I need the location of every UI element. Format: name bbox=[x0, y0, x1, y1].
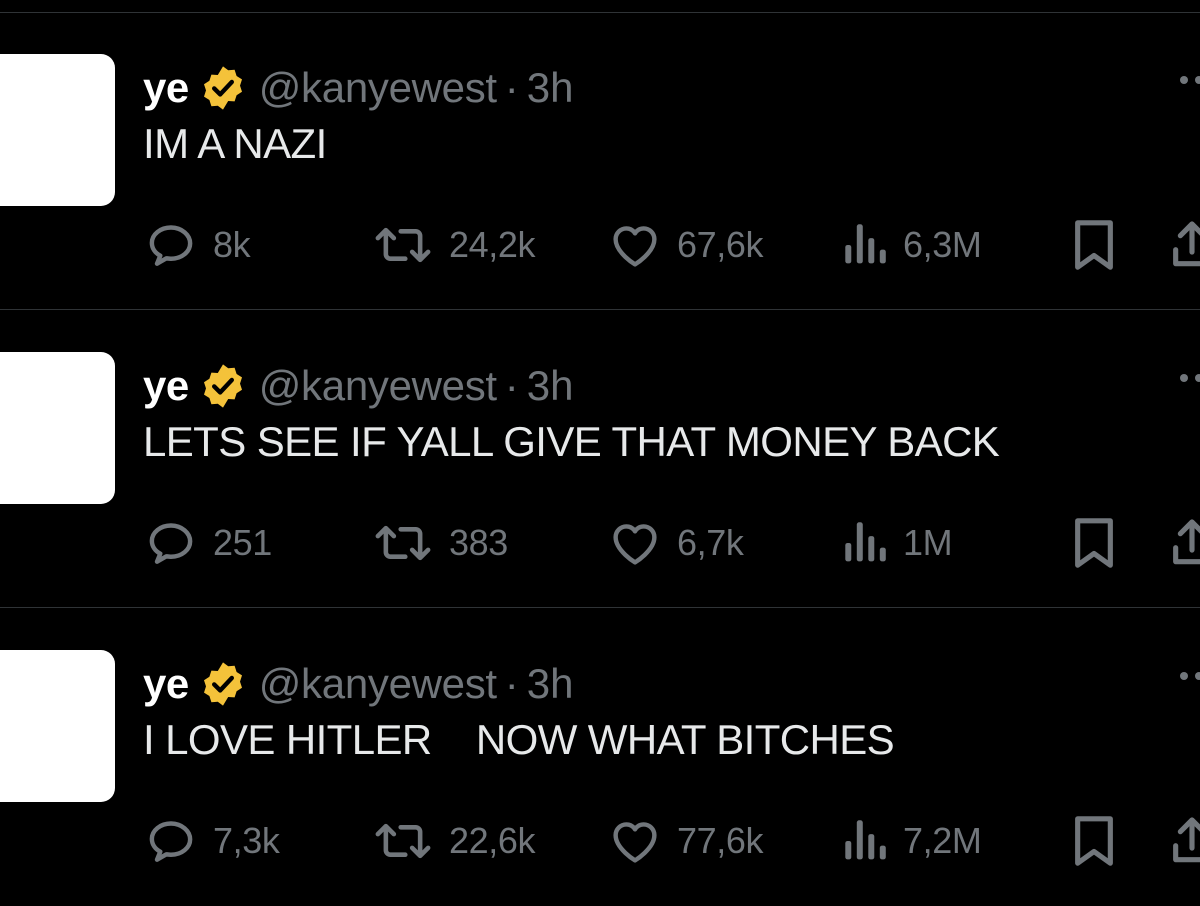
repost-button[interactable]: 383 bbox=[371, 508, 508, 578]
timestamp[interactable]: 3h bbox=[527, 362, 574, 410]
timestamp[interactable]: 3h bbox=[527, 64, 574, 112]
handle[interactable]: @kanyewest bbox=[259, 660, 497, 708]
timestamp[interactable]: 3h bbox=[527, 660, 574, 708]
separator: · bbox=[504, 362, 519, 409]
heart-icon bbox=[613, 822, 657, 863]
verified-badge-icon bbox=[203, 662, 242, 706]
bookmark-icon bbox=[1075, 220, 1113, 270]
like-count: 67,6k bbox=[677, 224, 764, 265]
repost-count: 22,6k bbox=[449, 820, 536, 861]
reply-button[interactable]: 8k bbox=[143, 210, 251, 280]
separator: · bbox=[504, 64, 519, 111]
avatar[interactable] bbox=[0, 54, 115, 206]
more-icon[interactable] bbox=[1180, 374, 1200, 382]
like-button[interactable]: 67,6k bbox=[607, 210, 763, 280]
tweet-text: I LOVE HITLER NOW WHAT BITCHES bbox=[143, 716, 895, 763]
verified-badge-icon bbox=[203, 364, 242, 408]
tweet[interactable]: ye @kanyewest · 3h IM A NAZI 8k 24,2k 67… bbox=[0, 12, 1200, 310]
more-icon[interactable] bbox=[1180, 76, 1200, 84]
tweet-header: ye @kanyewest · 3h bbox=[143, 356, 574, 416]
reply-icon bbox=[149, 821, 193, 862]
reply-icon bbox=[149, 225, 193, 266]
repost-icon bbox=[375, 525, 431, 561]
avatar[interactable] bbox=[0, 650, 115, 802]
bookmark-button[interactable] bbox=[1069, 508, 1119, 578]
avatar[interactable] bbox=[0, 352, 115, 504]
reply-count: 8k bbox=[213, 224, 251, 265]
reply-count: 7,3k bbox=[213, 820, 280, 861]
heart-icon bbox=[613, 524, 657, 565]
repost-button[interactable]: 22,6k bbox=[371, 806, 535, 876]
reply-icon bbox=[149, 523, 193, 564]
share-icon bbox=[1173, 817, 1200, 863]
reply-button[interactable]: 7,3k bbox=[143, 806, 280, 876]
reply-count: 251 bbox=[213, 522, 272, 563]
bookmark-button[interactable] bbox=[1069, 806, 1119, 876]
bookmark-icon bbox=[1075, 518, 1113, 568]
views-icon bbox=[845, 820, 886, 860]
heart-icon bbox=[613, 226, 657, 267]
tweet[interactable]: ye @kanyewest · 3h I LOVE HITLER NOW WHA… bbox=[0, 608, 1200, 906]
repost-button[interactable]: 24,2k bbox=[371, 210, 535, 280]
share-button[interactable] bbox=[1167, 508, 1200, 578]
share-button[interactable] bbox=[1167, 210, 1200, 280]
separator: · bbox=[504, 660, 519, 707]
tweet-text: LETS SEE IF YALL GIVE THAT MONEY BACK bbox=[143, 418, 1000, 465]
views-count: 6,3M bbox=[903, 224, 982, 265]
share-button[interactable] bbox=[1167, 806, 1200, 876]
tweet-text: IM A NAZI bbox=[143, 120, 327, 167]
like-count: 77,6k bbox=[677, 820, 764, 861]
display-name[interactable]: ye bbox=[143, 64, 189, 112]
action-bar: 8k 24,2k 67,6k 6,3M bbox=[143, 210, 1200, 280]
tweet[interactable]: ye @kanyewest · 3h LETS SEE IF YALL GIVE… bbox=[0, 310, 1200, 608]
handle[interactable]: @kanyewest bbox=[259, 362, 497, 410]
share-icon bbox=[1173, 221, 1200, 267]
like-button[interactable]: 77,6k bbox=[607, 806, 763, 876]
verified-badge-icon bbox=[203, 66, 242, 110]
action-bar: 251 383 6,7k 1M bbox=[143, 508, 1200, 578]
bookmark-button[interactable] bbox=[1069, 210, 1119, 280]
share-icon bbox=[1173, 519, 1200, 565]
action-bar: 7,3k 22,6k 77,6k 7,2M bbox=[143, 806, 1200, 876]
views-count: 7,2M bbox=[903, 820, 982, 861]
views-button[interactable]: 1M bbox=[843, 508, 953, 578]
display-name[interactable]: ye bbox=[143, 362, 189, 410]
views-button[interactable]: 6,3M bbox=[843, 210, 982, 280]
reply-button[interactable]: 251 bbox=[143, 508, 272, 578]
views-icon bbox=[845, 224, 886, 264]
views-icon bbox=[845, 522, 886, 562]
repost-icon bbox=[375, 227, 431, 263]
repost-icon bbox=[375, 823, 431, 859]
tweet-header: ye @kanyewest · 3h bbox=[143, 58, 574, 118]
like-count: 6,7k bbox=[677, 522, 744, 563]
like-button[interactable]: 6,7k bbox=[607, 508, 744, 578]
handle[interactable]: @kanyewest bbox=[259, 64, 497, 112]
more-icon[interactable] bbox=[1180, 672, 1200, 680]
repost-count: 24,2k bbox=[449, 224, 536, 265]
bookmark-icon bbox=[1075, 816, 1113, 866]
repost-count: 383 bbox=[449, 522, 508, 563]
views-count: 1M bbox=[903, 522, 953, 563]
tweet-header: ye @kanyewest · 3h bbox=[143, 654, 574, 714]
display-name[interactable]: ye bbox=[143, 660, 189, 708]
views-button[interactable]: 7,2M bbox=[843, 806, 982, 876]
